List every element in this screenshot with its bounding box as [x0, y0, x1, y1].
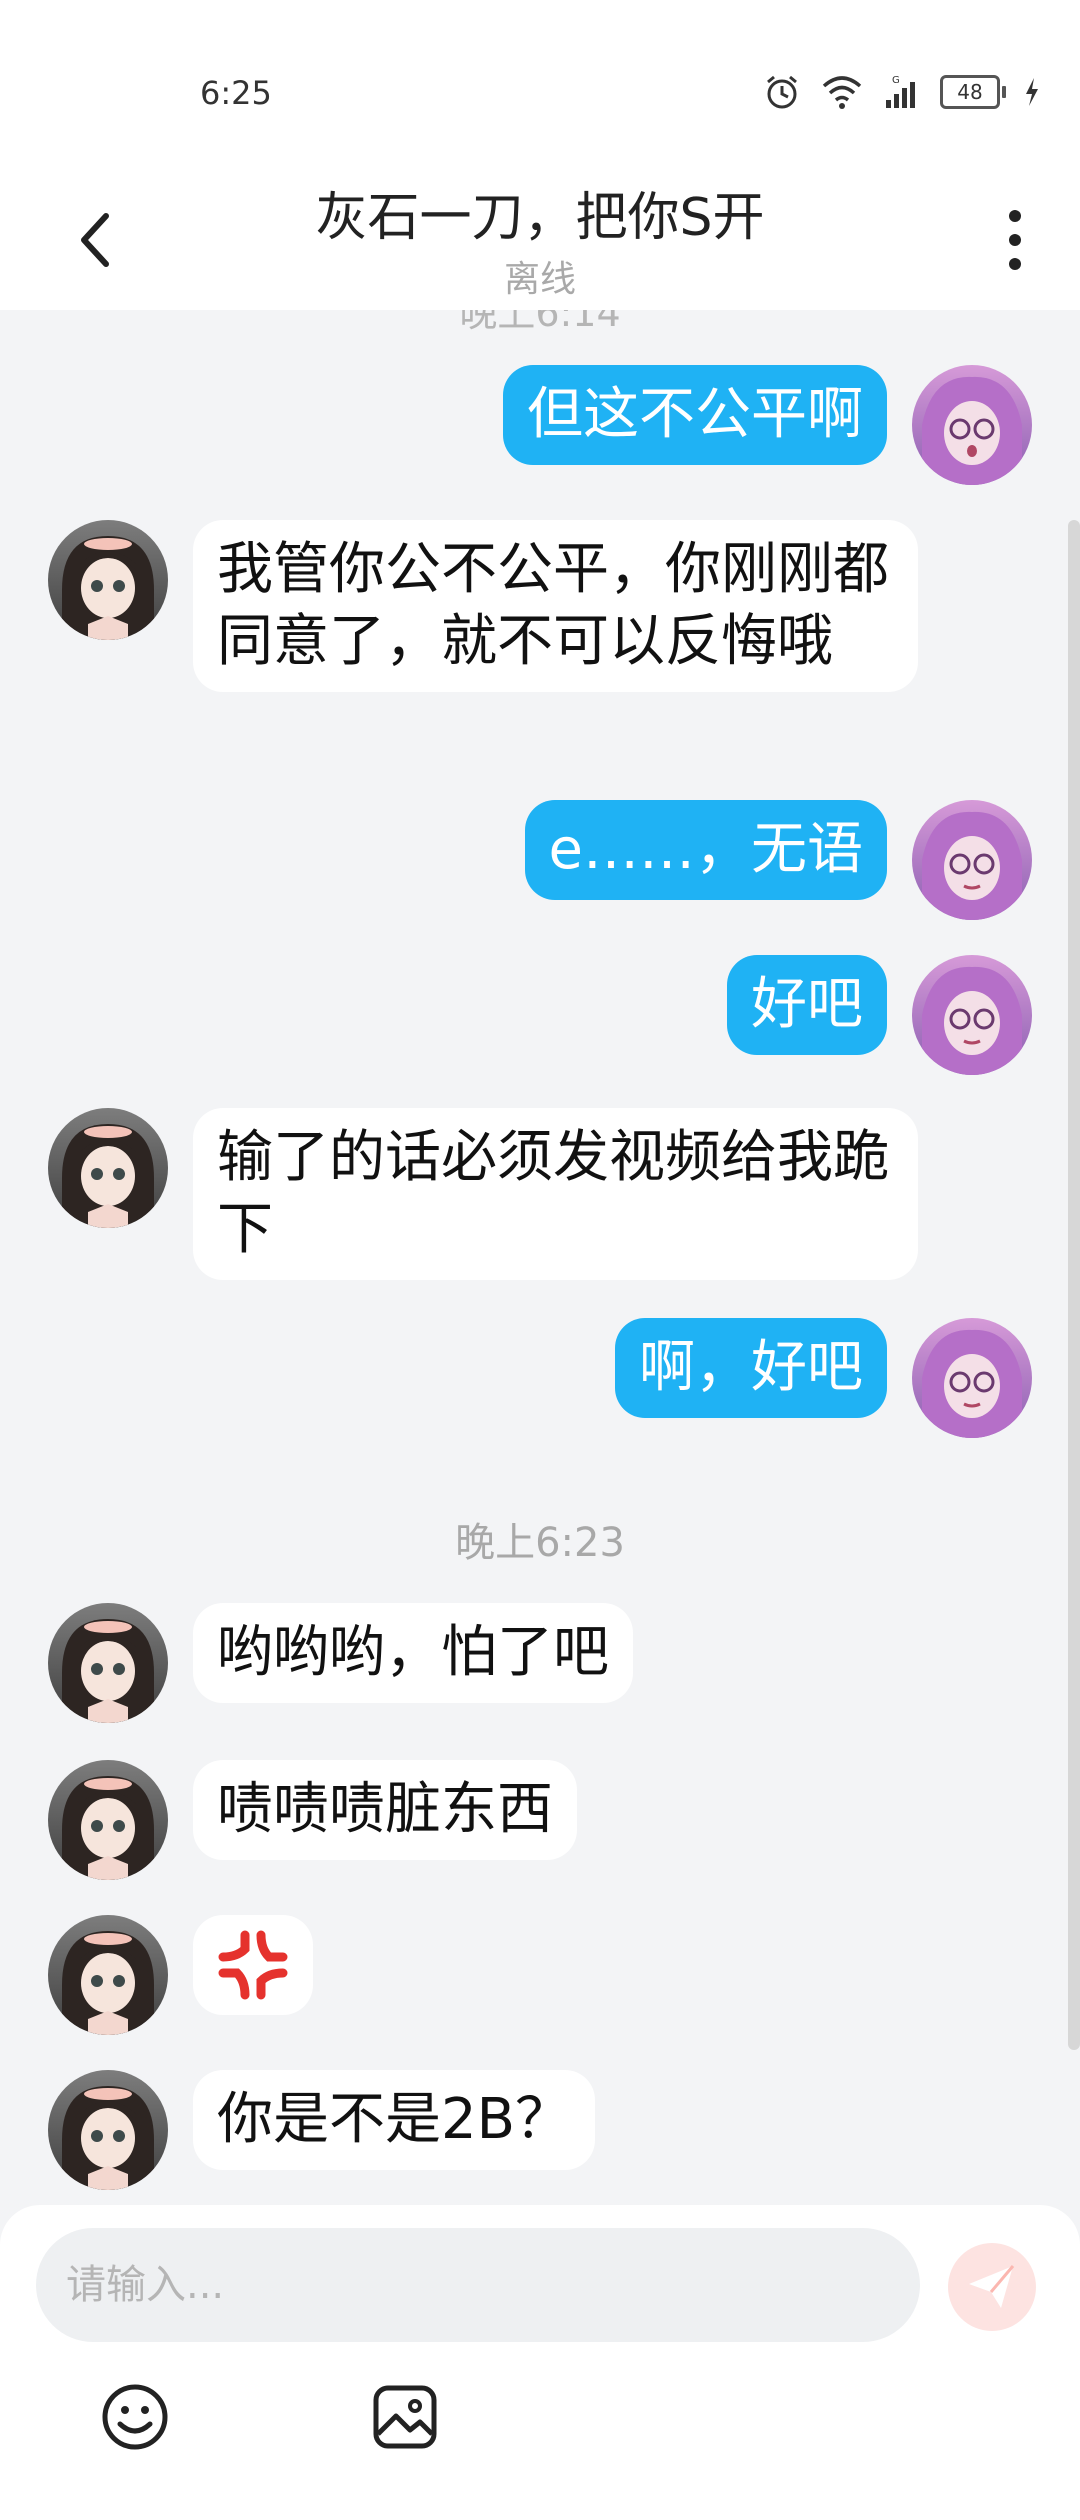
- avatar-dark-icon: [48, 2070, 168, 2190]
- message-bubble-incoming[interactable]: 输了的话必须发视频给我跪下: [193, 1108, 918, 1280]
- send-button[interactable]: [948, 2243, 1036, 2331]
- status-icons: G 48: [762, 72, 1040, 112]
- image-button[interactable]: [368, 2380, 442, 2454]
- message-bubble-outgoing[interactable]: 啊，好吧: [615, 1318, 887, 1418]
- contact-avatar[interactable]: [48, 1760, 168, 1880]
- avatar-purple-icon: [912, 800, 1032, 920]
- my-avatar[interactable]: [912, 955, 1032, 1075]
- more-options-button[interactable]: [1000, 210, 1030, 270]
- status-time: 6:25: [200, 74, 272, 112]
- contact-avatar[interactable]: [48, 520, 168, 640]
- more-vertical-icon: [1009, 210, 1021, 222]
- message-row: 啧啧啧脏东西: [0, 1760, 1080, 1880]
- message-bubble-incoming[interactable]: 我管你公不公平，你刚刚都同意了，就不可以反悔哦: [193, 520, 918, 692]
- send-icon: [969, 2265, 1015, 2308]
- my-avatar[interactable]: [912, 800, 1032, 920]
- message-row: 好吧: [0, 955, 1080, 1075]
- signal-icon: G: [886, 75, 915, 108]
- chat-timestamp: 晚上6:23: [455, 1520, 625, 1566]
- avatar-dark-icon: [48, 1760, 168, 1880]
- contact-avatar[interactable]: [48, 1108, 168, 1228]
- avatar-dark-icon: [48, 1603, 168, 1723]
- message-row: 我管你公不公平，你刚刚都同意了，就不可以反悔哦: [0, 520, 1080, 770]
- top-bar: 6:25 G 48 灰石一刀，把你S开 离线: [0, 0, 1080, 310]
- emoji-icon: [102, 2384, 168, 2450]
- message-bubble-outgoing[interactable]: 好吧: [727, 955, 887, 1055]
- avatar-dark-icon: [48, 520, 168, 640]
- image-icon: [373, 2385, 437, 2449]
- avatar-dark-icon: [48, 1915, 168, 2035]
- message-bubble-outgoing[interactable]: 但这不公平啊: [503, 365, 887, 465]
- message-bubble-incoming[interactable]: 💢: [193, 1915, 313, 2015]
- charging-icon: [1026, 78, 1038, 106]
- message-bubble-outgoing[interactable]: e……，无语: [524, 800, 887, 900]
- message-row: 啊，好吧: [0, 1318, 1080, 1438]
- my-avatar[interactable]: [912, 365, 1032, 485]
- svg-text:G: G: [892, 75, 900, 86]
- chat-title: 灰石一刀，把你S开: [315, 188, 765, 248]
- anger-emoji-text: 💢: [217, 1929, 219, 1930]
- chat-status: 离线: [503, 259, 576, 300]
- avatar-dark-icon: [48, 1108, 168, 1228]
- my-avatar[interactable]: [912, 1318, 1032, 1438]
- message-row: 你是不是2B？: [0, 2070, 1080, 2190]
- message-row: 哟哟哟，怕了吧: [0, 1603, 1080, 1723]
- composer-bar: [0, 2205, 1080, 2520]
- contact-avatar[interactable]: [48, 1915, 168, 2035]
- avatar-purple-icon: [912, 955, 1032, 1075]
- emoji-button[interactable]: [98, 2380, 172, 2454]
- message-row: e……，无语: [0, 800, 1080, 920]
- avatar-purple-icon: [912, 365, 1032, 485]
- battery-icon: 48: [940, 75, 1006, 109]
- battery-level: 48: [940, 75, 1000, 109]
- message-bubble-incoming[interactable]: 你是不是2B？: [193, 2070, 596, 2170]
- message-row: 输了的话必须发视频给我跪下: [0, 1108, 1080, 1283]
- anger-symbol-icon: 💢: [217, 1929, 288, 2000]
- alarm-icon: [767, 75, 797, 109]
- avatar-purple-icon: [912, 1318, 1032, 1438]
- message-input[interactable]: [36, 2228, 920, 2342]
- contact-avatar[interactable]: [48, 2070, 168, 2190]
- contact-avatar[interactable]: [48, 1603, 168, 1723]
- scrollbar[interactable]: [1068, 520, 1080, 2050]
- wifi-icon: [822, 76, 862, 109]
- message-row: 💢: [0, 1915, 1080, 2035]
- message-bubble-incoming[interactable]: 啧啧啧脏东西: [193, 1760, 577, 1860]
- message-bubble-incoming[interactable]: 哟哟哟，怕了吧: [193, 1603, 633, 1703]
- message-row: 但这不公平啊: [0, 365, 1080, 485]
